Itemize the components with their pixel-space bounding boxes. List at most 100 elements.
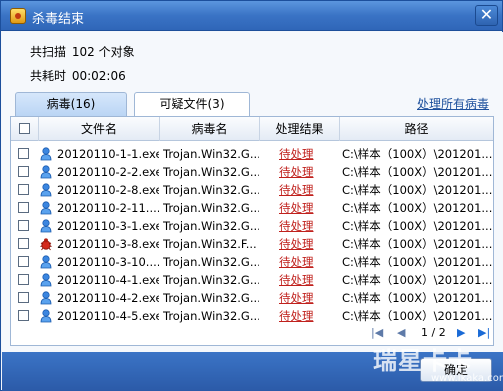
cell-path: C:\样本（100X）\201201... (342, 291, 492, 305)
cell-result[interactable]: 待处理 (279, 199, 329, 217)
handle-all-viruses-link[interactable]: 处理所有病毒 (417, 95, 489, 112)
cell-path: C:\样本（100X）\201201... (342, 255, 492, 269)
cell-virus-name: Trojan.Win32.G... (163, 183, 259, 197)
select-all-checkbox[interactable] (19, 123, 30, 134)
watermark-logo: 瑞星卡卡 (373, 347, 473, 375)
row-checkbox[interactable] (18, 202, 29, 213)
scanned-summary: 共扫描 102 个对象 (30, 43, 135, 60)
close-icon: ✕ (479, 5, 494, 24)
cell-result[interactable]: 待处理 (279, 163, 329, 181)
cell-filename: 20120110-2-8.exe (57, 183, 159, 197)
table-row[interactable]: 20120110-4-2.exe Trojan.Win32.G... 待处理 C:\样… (11, 289, 493, 307)
cell-virus-name: Trojan.Win32.G... (163, 201, 259, 215)
cell-path: C:\样本（100X）\201201... (342, 309, 492, 323)
table-row[interactable]: 20120110-2-8.exe Trojan.Win32.G... 待处理 C:\样… (11, 181, 493, 199)
cell-filename: 20120110-4-2.exe (57, 291, 159, 305)
cell-virus-name: Trojan.Win32.G... (163, 291, 259, 305)
title-bar[interactable]: 杀毒结束 ✕ (1, 1, 502, 31)
table-row[interactable]: 20120110-3-8.exe Trojan.Win32.F... 待处理 C:\样… (11, 235, 493, 253)
table-row[interactable]: 20120110-2-11.... Trojan.Win32.G... 待处理 C:\… (11, 199, 493, 217)
table-row[interactable]: 20120110-1-1.exe Trojan.Win32.G... 待处理 C:\样… (11, 145, 493, 163)
table-row[interactable]: 20120110-3-10.... Trojan.Win32.G... 待处理 C:\… (11, 253, 493, 271)
cell-result[interactable]: 待处理 (279, 289, 329, 307)
cell-virus-name: Trojan.Win32.G... (163, 165, 259, 179)
cell-virus-name: Trojan.Win32.G... (163, 219, 259, 233)
table-row[interactable]: 20120110-3-1.exe Trojan.Win32.G... 待处理 C:\样… (11, 217, 493, 235)
virus-list-panel: 文件名 病毒名 处理结果 路径 20120110-1-1.exe Trojan.W… (10, 116, 494, 346)
cell-filename: 20120110-4-1.exe (57, 273, 159, 287)
window-title: 杀毒结束 (32, 12, 85, 27)
next-page-icon[interactable]: ▶ (457, 326, 465, 340)
row-checkbox[interactable] (18, 148, 29, 159)
cell-path: C:\样本（100X）\201201... (342, 165, 492, 179)
scanned-label: 共扫描 (30, 45, 67, 59)
row-checkbox[interactable] (18, 274, 29, 285)
time-summary: 共耗时 00:02:06 (30, 67, 126, 84)
person-file-icon (40, 183, 52, 197)
header-path[interactable]: 路径 (340, 117, 493, 141)
row-checkbox[interactable] (18, 310, 29, 321)
person-file-icon (40, 201, 52, 215)
cell-filename: 20120110-1-1.exe (57, 147, 159, 161)
cell-filename: 20120110-4-5.exe (57, 309, 159, 323)
bug-icon (40, 237, 52, 251)
cell-result[interactable]: 待处理 (279, 235, 329, 253)
cell-result[interactable]: 待处理 (279, 181, 329, 199)
first-page-icon[interactable]: |◀ (371, 326, 383, 340)
pagination: |◀ ◀ 1 / 2 ▶ ▶| (371, 324, 491, 342)
antivirus-logo-icon (10, 8, 26, 24)
close-button[interactable]: ✕ (475, 5, 498, 26)
cell-result[interactable]: 待处理 (279, 307, 329, 325)
cell-path: C:\样本（100X）\201201... (342, 183, 492, 197)
cell-result[interactable]: 待处理 (279, 217, 329, 235)
cell-filename: 20120110-2-11.... (57, 201, 159, 215)
cell-path: C:\样本（100X）\201201... (342, 201, 492, 215)
row-checkbox[interactable] (18, 184, 29, 195)
table-row[interactable]: 20120110-4-1.exe Trojan.Win32.G... 待处理 C:\样… (11, 271, 493, 289)
row-checkbox[interactable] (18, 238, 29, 249)
header-result[interactable]: 处理结果 (260, 117, 340, 141)
cell-filename: 20120110-3-1.exe (57, 219, 159, 233)
row-checkbox[interactable] (18, 220, 29, 231)
cell-result[interactable]: 待处理 (279, 253, 329, 271)
person-file-icon (40, 219, 52, 233)
time-label: 共耗时 (30, 69, 67, 83)
person-file-icon (40, 147, 52, 161)
person-file-icon (40, 309, 52, 323)
person-file-icon (40, 273, 52, 287)
table-row[interactable]: 20120110-2-2.exe Trojan.Win32.G... 待处理 C:\样… (11, 163, 493, 181)
table-row[interactable]: 20120110-4-5.exe Trojan.Win32.G... 待处理 C:\样… (11, 307, 493, 325)
header-filename[interactable]: 文件名 (39, 117, 160, 141)
cell-filename: 20120110-2-2.exe (57, 165, 159, 179)
cell-virus-name: Trojan.Win32.G... (163, 273, 259, 287)
last-page-icon[interactable]: ▶| (478, 326, 490, 340)
cell-virus-name: Trojan.Win32.G... (163, 255, 259, 269)
header-select-all[interactable] (11, 117, 39, 141)
person-file-icon (40, 255, 52, 269)
tab-virus[interactable]: 病毒(16) (15, 92, 127, 117)
cell-result[interactable]: 待处理 (279, 271, 329, 289)
table-header: 文件名 病毒名 处理结果 路径 (11, 117, 493, 141)
watermark-url: www.ikaka.com (431, 373, 503, 384)
scan-complete-dialog: 杀毒结束 ✕ 共扫描 102 个对象 共耗时 00:02:06 病毒(16) 可… (0, 0, 503, 391)
cell-result[interactable]: 待处理 (279, 145, 329, 163)
cell-path: C:\样本（100X）\201201... (342, 147, 492, 161)
cell-virus-name: Trojan.Win32.G... (163, 309, 259, 323)
scanned-value: 102 个对象 (71, 45, 135, 59)
prev-page-icon[interactable]: ◀ (397, 326, 405, 340)
cell-filename: 20120110-3-8.exe (57, 237, 159, 251)
cell-path: C:\样本（100X）\201201... (342, 237, 492, 251)
tab-suspicious-files[interactable]: 可疑文件(3) (134, 92, 250, 117)
cell-virus-name: Trojan.Win32.G... (163, 147, 259, 161)
cell-path: C:\样本（100X）\201201... (342, 273, 492, 287)
dialog-content: 共扫描 102 个对象 共耗时 00:02:06 病毒(16) 可疑文件(3) … (2, 32, 503, 352)
row-checkbox[interactable] (18, 256, 29, 267)
header-virus-name[interactable]: 病毒名 (160, 117, 260, 141)
row-checkbox[interactable] (18, 292, 29, 303)
cell-filename: 20120110-3-10.... (57, 255, 159, 269)
person-file-icon (40, 165, 52, 179)
time-value: 00:02:06 (71, 69, 126, 83)
cell-path: C:\样本（100X）\201201... (342, 219, 492, 233)
person-file-icon (40, 291, 52, 305)
row-checkbox[interactable] (18, 166, 29, 177)
